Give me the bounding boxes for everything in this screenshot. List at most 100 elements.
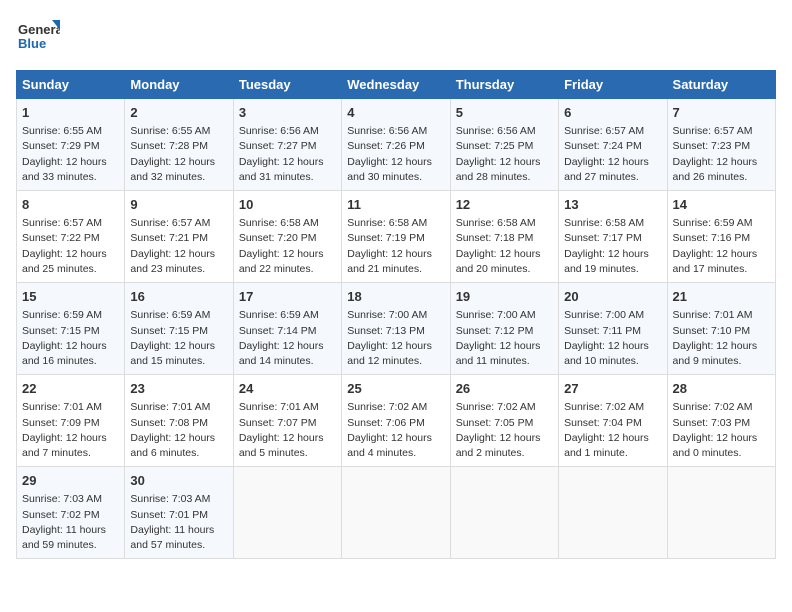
day-info: Sunrise: 6:59 AM Sunset: 7:15 PM Dayligh… bbox=[130, 308, 227, 369]
header-monday: Monday bbox=[125, 71, 233, 99]
day-cell: 11 Sunrise: 6:58 AM Sunset: 7:19 PM Dayli… bbox=[342, 191, 450, 283]
logo: General Blue bbox=[16, 16, 60, 60]
calendar-table: SundayMondayTuesdayWednesdayThursdayFrid… bbox=[16, 70, 776, 559]
day-cell: 25 Sunrise: 7:02 AM Sunset: 7:06 PM Dayli… bbox=[342, 375, 450, 467]
day-number: 9 bbox=[130, 196, 227, 214]
page-header: General Blue bbox=[16, 16, 776, 60]
day-number: 6 bbox=[564, 104, 661, 122]
day-number: 12 bbox=[456, 196, 553, 214]
day-info: Sunrise: 7:01 AM Sunset: 7:10 PM Dayligh… bbox=[673, 308, 770, 369]
day-cell: 18 Sunrise: 7:00 AM Sunset: 7:13 PM Dayli… bbox=[342, 283, 450, 375]
day-cell: 9Sunrise: 6:57 AM Sunset: 7:21 PM Daylig… bbox=[125, 191, 233, 283]
day-info: Sunrise: 7:02 AM Sunset: 7:03 PM Dayligh… bbox=[673, 400, 770, 461]
day-cell: 7 Sunrise: 6:57 AM Sunset: 7:23 PM Daylig… bbox=[667, 99, 775, 191]
day-cell: 3 Sunrise: 6:56 AM Sunset: 7:27 PM Daylig… bbox=[233, 99, 341, 191]
day-info: Sunrise: 7:00 AM Sunset: 7:12 PM Dayligh… bbox=[456, 308, 553, 369]
day-number: 17 bbox=[239, 288, 336, 306]
day-number: 18 bbox=[347, 288, 444, 306]
svg-text:General: General bbox=[18, 22, 60, 37]
day-cell bbox=[342, 467, 450, 559]
header-sunday: Sunday bbox=[17, 71, 125, 99]
day-cell bbox=[233, 467, 341, 559]
day-info: Sunrise: 7:02 AM Sunset: 7:05 PM Dayligh… bbox=[456, 400, 553, 461]
logo-svg: General Blue bbox=[16, 16, 60, 60]
day-info: Sunrise: 6:55 AM Sunset: 7:28 PM Dayligh… bbox=[130, 124, 227, 185]
day-cell: 20Sunrise: 7:00 AM Sunset: 7:11 PM Dayli… bbox=[559, 283, 667, 375]
day-info: Sunrise: 7:01 AM Sunset: 7:08 PM Dayligh… bbox=[130, 400, 227, 461]
day-number: 2 bbox=[130, 104, 227, 122]
day-number: 10 bbox=[239, 196, 336, 214]
day-info: Sunrise: 6:59 AM Sunset: 7:15 PM Dayligh… bbox=[22, 308, 119, 369]
day-cell: 5 Sunrise: 6:56 AM Sunset: 7:25 PM Daylig… bbox=[450, 99, 558, 191]
header-friday: Friday bbox=[559, 71, 667, 99]
day-cell: 8 Sunrise: 6:57 AM Sunset: 7:22 PM Daylig… bbox=[17, 191, 125, 283]
day-info: Sunrise: 6:58 AM Sunset: 7:20 PM Dayligh… bbox=[239, 216, 336, 277]
day-cell: 4 Sunrise: 6:56 AM Sunset: 7:26 PM Daylig… bbox=[342, 99, 450, 191]
day-number: 28 bbox=[673, 380, 770, 398]
day-cell: 30 Sunrise: 7:03 AM Sunset: 7:01 PM Dayli… bbox=[125, 467, 233, 559]
day-number: 19 bbox=[456, 288, 553, 306]
day-info: Sunrise: 6:59 AM Sunset: 7:16 PM Dayligh… bbox=[673, 216, 770, 277]
day-cell: 27Sunrise: 7:02 AM Sunset: 7:04 PM Dayli… bbox=[559, 375, 667, 467]
day-number: 30 bbox=[130, 472, 227, 490]
week-row-5: 29Sunrise: 7:03 AM Sunset: 7:02 PM Dayli… bbox=[17, 467, 776, 559]
day-cell: 16Sunrise: 6:59 AM Sunset: 7:15 PM Dayli… bbox=[125, 283, 233, 375]
day-info: Sunrise: 6:57 AM Sunset: 7:24 PM Dayligh… bbox=[564, 124, 661, 185]
day-info: Sunrise: 6:57 AM Sunset: 7:23 PM Dayligh… bbox=[673, 124, 770, 185]
day-cell: 22Sunrise: 7:01 AM Sunset: 7:09 PM Dayli… bbox=[17, 375, 125, 467]
day-number: 3 bbox=[239, 104, 336, 122]
day-number: 26 bbox=[456, 380, 553, 398]
day-info: Sunrise: 7:01 AM Sunset: 7:07 PM Dayligh… bbox=[239, 400, 336, 461]
day-info: Sunrise: 6:58 AM Sunset: 7:19 PM Dayligh… bbox=[347, 216, 444, 277]
day-number: 11 bbox=[347, 196, 444, 214]
day-number: 5 bbox=[456, 104, 553, 122]
day-cell: 12Sunrise: 6:58 AM Sunset: 7:18 PM Dayli… bbox=[450, 191, 558, 283]
day-cell: 29Sunrise: 7:03 AM Sunset: 7:02 PM Dayli… bbox=[17, 467, 125, 559]
day-cell: 13 Sunrise: 6:58 AM Sunset: 7:17 PM Dayli… bbox=[559, 191, 667, 283]
day-cell: 28 Sunrise: 7:02 AM Sunset: 7:03 PM Dayli… bbox=[667, 375, 775, 467]
day-info: Sunrise: 6:57 AM Sunset: 7:22 PM Dayligh… bbox=[22, 216, 119, 277]
day-number: 14 bbox=[673, 196, 770, 214]
day-cell: 2 Sunrise: 6:55 AM Sunset: 7:28 PM Daylig… bbox=[125, 99, 233, 191]
day-number: 15 bbox=[22, 288, 119, 306]
header-row: SundayMondayTuesdayWednesdayThursdayFrid… bbox=[17, 71, 776, 99]
day-info: Sunrise: 6:56 AM Sunset: 7:27 PM Dayligh… bbox=[239, 124, 336, 185]
day-number: 29 bbox=[22, 472, 119, 490]
day-info: Sunrise: 6:59 AM Sunset: 7:14 PM Dayligh… bbox=[239, 308, 336, 369]
day-cell: 6 Sunrise: 6:57 AM Sunset: 7:24 PM Daylig… bbox=[559, 99, 667, 191]
day-cell: 23 Sunrise: 7:01 AM Sunset: 7:08 PM Dayli… bbox=[125, 375, 233, 467]
week-row-1: 1Sunrise: 6:55 AM Sunset: 7:29 PM Daylig… bbox=[17, 99, 776, 191]
day-cell: 10 Sunrise: 6:58 AM Sunset: 7:20 PM Dayli… bbox=[233, 191, 341, 283]
header-saturday: Saturday bbox=[667, 71, 775, 99]
day-number: 8 bbox=[22, 196, 119, 214]
day-cell: 15 Sunrise: 6:59 AM Sunset: 7:15 PM Dayli… bbox=[17, 283, 125, 375]
day-number: 22 bbox=[22, 380, 119, 398]
day-number: 23 bbox=[130, 380, 227, 398]
day-number: 24 bbox=[239, 380, 336, 398]
week-row-2: 8 Sunrise: 6:57 AM Sunset: 7:22 PM Daylig… bbox=[17, 191, 776, 283]
day-cell: 21 Sunrise: 7:01 AM Sunset: 7:10 PM Dayli… bbox=[667, 283, 775, 375]
header-thursday: Thursday bbox=[450, 71, 558, 99]
day-info: Sunrise: 7:02 AM Sunset: 7:04 PM Dayligh… bbox=[564, 400, 661, 461]
day-info: Sunrise: 7:00 AM Sunset: 7:13 PM Dayligh… bbox=[347, 308, 444, 369]
day-info: Sunrise: 7:03 AM Sunset: 7:01 PM Dayligh… bbox=[130, 492, 227, 553]
day-number: 25 bbox=[347, 380, 444, 398]
day-number: 7 bbox=[673, 104, 770, 122]
day-info: Sunrise: 6:58 AM Sunset: 7:17 PM Dayligh… bbox=[564, 216, 661, 277]
day-cell: 26 Sunrise: 7:02 AM Sunset: 7:05 PM Dayli… bbox=[450, 375, 558, 467]
day-number: 1 bbox=[22, 104, 119, 122]
day-cell bbox=[450, 467, 558, 559]
day-cell bbox=[667, 467, 775, 559]
day-cell: 1Sunrise: 6:55 AM Sunset: 7:29 PM Daylig… bbox=[17, 99, 125, 191]
day-info: Sunrise: 7:02 AM Sunset: 7:06 PM Dayligh… bbox=[347, 400, 444, 461]
day-cell: 17 Sunrise: 6:59 AM Sunset: 7:14 PM Dayli… bbox=[233, 283, 341, 375]
week-row-3: 15 Sunrise: 6:59 AM Sunset: 7:15 PM Dayli… bbox=[17, 283, 776, 375]
day-number: 21 bbox=[673, 288, 770, 306]
day-number: 4 bbox=[347, 104, 444, 122]
day-info: Sunrise: 6:56 AM Sunset: 7:26 PM Dayligh… bbox=[347, 124, 444, 185]
svg-text:Blue: Blue bbox=[18, 36, 46, 51]
day-info: Sunrise: 6:56 AM Sunset: 7:25 PM Dayligh… bbox=[456, 124, 553, 185]
header-tuesday: Tuesday bbox=[233, 71, 341, 99]
day-cell: 19 Sunrise: 7:00 AM Sunset: 7:12 PM Dayli… bbox=[450, 283, 558, 375]
day-number: 13 bbox=[564, 196, 661, 214]
